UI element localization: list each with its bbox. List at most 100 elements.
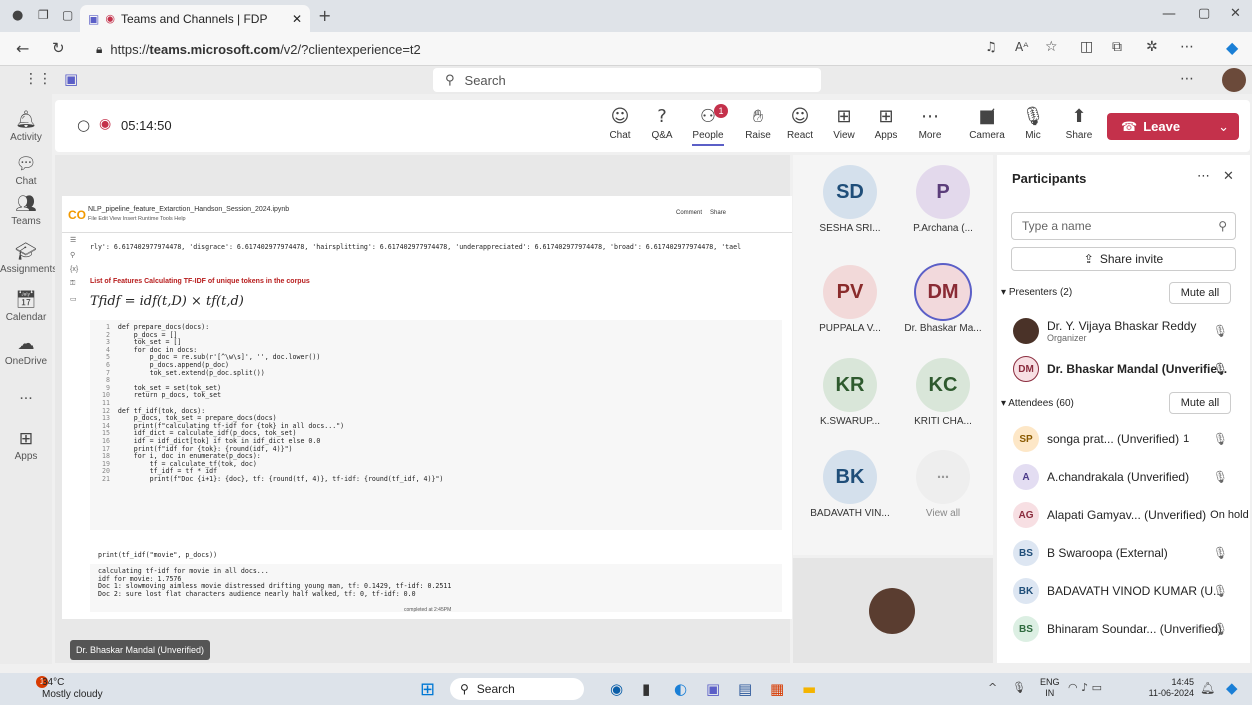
view-icon: ⊞ <box>836 106 852 127</box>
copilot-taskbar-icon[interactable]: ◆ <box>1226 679 1238 697</box>
chevron-down-icon[interactable]: ⌄ <box>1218 119 1229 135</box>
mic-off-icon: 🎙︎ <box>1212 324 1228 338</box>
tab-actions-icon[interactable]: ▢ <box>62 8 73 22</box>
rail-more[interactable]: ... <box>0 386 52 404</box>
teams-more-icon[interactable]: ⋯ <box>1180 71 1194 87</box>
workspaces-icon[interactable]: ❐ <box>38 8 49 22</box>
copilot-icon[interactable]: ◆ <box>1226 38 1238 57</box>
presenter-row[interactable]: DM Dr. Bhaskar Mandal (Unverifie... 🎙︎ <box>997 351 1250 387</box>
rail-onedrive[interactable]: ☁ OneDrive <box>0 334 52 367</box>
code-line: 7 tok_set.extend(p_doc.split()) <box>98 369 443 378</box>
app-launcher-icon[interactable]: ⋮⋮ <box>24 71 52 87</box>
mic-icon: 🎙︎ <box>1212 470 1228 484</box>
attendee-row[interactable]: BS B Swaroopa (External) 🎙︎ <box>997 535 1250 571</box>
attendee-row[interactable]: BK BADAVATH VINOD KUMAR (U... 🎙︎ <box>997 573 1250 609</box>
split-screen-icon[interactable]: ◫ <box>1080 39 1093 55</box>
edge-icon[interactable]: ◐ <box>674 680 687 698</box>
attendees-heading[interactable]: ▾ Attendees (60) <box>1001 398 1074 409</box>
back-icon[interactable]: ← <box>16 39 29 58</box>
gallery-tile[interactable]: KC KRITI CHA... <box>893 358 993 427</box>
folder-icon[interactable]: ▬ <box>802 680 816 698</box>
toolbar-chat-button[interactable]: ☺ Chat <box>600 106 640 141</box>
share-invite-button[interactable]: ⇪ Share invite <box>1011 247 1236 271</box>
minimize-icon[interactable]: — <box>1162 6 1176 22</box>
toolbar-qa-button[interactable]: ? Q&A <box>642 106 682 141</box>
taskbar-search[interactable]: ⚲ Search <box>450 678 584 700</box>
toolbar-more-button[interactable]: ⋯ More <box>910 106 950 141</box>
store-icon[interactable]: ▦ <box>770 680 784 698</box>
task-view-icon[interactable]: ◉ <box>610 680 623 698</box>
user-avatar[interactable] <box>1222 68 1246 92</box>
rail-calendar[interactable]: 📅︎ Calendar <box>0 290 52 323</box>
toolbar-apps-button[interactable]: ⊞ Apps <box>866 106 906 141</box>
file-explorer-icon[interactable]: ▮ <box>642 680 650 698</box>
toolbar-share-button[interactable]: ⬆ Share <box>1059 106 1099 141</box>
attendee-row[interactable]: SP songa prat... (Unverified) 1 🎙︎ <box>997 421 1250 457</box>
read-aloud-icon[interactable]: ♫ <box>985 40 997 55</box>
collections-icon[interactable]: ⧉ <box>1112 39 1122 55</box>
attendee-row[interactable]: AG Alapati Gamyav... (Unverified) On hold <box>997 497 1250 533</box>
mute-all-presenters-button[interactable]: Mute all <box>1169 282 1231 304</box>
browser-tab[interactable]: ▣ ◉ Teams and Channels | FDP ✕ <box>80 5 310 32</box>
new-tab-icon[interactable]: + <box>318 6 331 25</box>
teams-search-input[interactable]: ⚲ Search <box>433 68 821 92</box>
wifi-sound-battery-icon[interactable]: ◠ ♪ ▭ <box>1068 681 1102 694</box>
close-tab-icon[interactable]: ✕ <box>292 12 302 26</box>
address-bar-row: ← ↻ 🔒︎ https://teams.microsoft.com/v2/?c… <box>0 32 1252 66</box>
rail-activity[interactable]: 🔔︎ Activity <box>0 110 52 143</box>
panel-more-icon[interactable]: ⋯ <box>1197 169 1210 184</box>
clock[interactable]: 14:45 11-06-2024 <box>1138 677 1194 699</box>
panel-close-icon[interactable]: ✕ <box>1223 169 1234 184</box>
toolbar-raise-button[interactable]: ✋︎ Raise <box>738 106 778 141</box>
favorite-icon[interactable]: ☆ <box>1045 39 1058 55</box>
url-field[interactable]: 🔒︎ https://teams.microsoft.com/v2/?clien… <box>96 36 976 62</box>
tray-mic-icon[interactable]: 🎙︎ <box>1012 681 1026 694</box>
gallery-tile[interactable]: PV PUPPALA V... <box>800 265 900 334</box>
notepad-icon[interactable]: ▤ <box>738 680 752 698</box>
attendee-name: B Swaroopa (External) <box>1047 546 1168 560</box>
refresh-icon[interactable]: ↻ <box>52 39 65 57</box>
restore-icon[interactable]: ▢ <box>1198 6 1210 21</box>
attendee-row[interactable]: A A.chandrakala (Unverified) 🎙︎ <box>997 459 1250 495</box>
presenters-heading[interactable]: ▾ Presenters (2) <box>1001 287 1072 298</box>
gallery-tile[interactable]: P P.Archana (... <box>893 165 993 234</box>
view-all-tile[interactable]: ⋯ View all <box>893 450 993 519</box>
window-close-icon[interactable]: ✕ <box>1230 6 1241 21</box>
weather-widget[interactable]: 34°C Mostly cloudy <box>42 677 103 701</box>
name-search-input[interactable]: Type a name ⚲ <box>1011 212 1236 240</box>
text-size-icon[interactable]: Aᴬ <box>1015 40 1028 54</box>
gallery-tile[interactable]: KR K.SWARUP... <box>800 358 900 427</box>
rail-apps[interactable]: ⊞ Apps <box>0 429 52 462</box>
tray-chevron-icon[interactable]: ^ <box>988 681 997 694</box>
notebook-menu: File Edit View Insert Runtime Tools Help <box>88 216 186 222</box>
toolbar-people-button[interactable]: ⚇ People 1 <box>688 104 728 146</box>
toolbar-view-button[interactable]: ⊞ View <box>824 106 864 141</box>
presenter-row[interactable]: Dr. Y. Vijaya Bhaskar Reddy Organizer 🎙︎ <box>997 313 1250 349</box>
mute-all-attendees-button[interactable]: Mute all <box>1169 392 1231 414</box>
attendee-name: BADAVATH VINOD KUMAR (U... <box>1047 584 1224 598</box>
toolbar-react-button[interactable]: ☺ React <box>780 106 820 141</box>
profile-icon[interactable]: ● <box>12 8 23 23</box>
gallery-tile[interactable]: DM Dr. Bhaskar Ma... <box>893 265 993 334</box>
toolbar-mic-button[interactable]: 🎙︎ Mic <box>1013 106 1053 141</box>
gallery-tile[interactable]: BK BADAVATH VIN... <box>800 450 900 519</box>
rail-chat[interactable]: 💬︎ Chat <box>0 154 52 187</box>
calendar-icon: 📅︎ <box>15 290 37 310</box>
toolbar-camera-button[interactable]: ■̸ Camera <box>967 106 1007 141</box>
notification-bell-icon[interactable]: 🔔︎ <box>1200 681 1215 695</box>
gallery-tile[interactable]: SD SESHA SRI... <box>800 165 900 234</box>
rail-assignments[interactable]: 🎓︎ Assignments <box>0 242 57 275</box>
browser-menu-icon[interactable]: ⋯ <box>1180 39 1194 55</box>
extensions-icon[interactable]: ✲ <box>1146 39 1158 55</box>
start-icon[interactable]: ⊞ <box>420 679 435 700</box>
leave-button[interactable]: ☎ Leave ⌄ <box>1107 113 1239 140</box>
chat-icon: ☺ <box>610 106 630 127</box>
search-icon: ⚲ <box>460 682 469 696</box>
language-indicator[interactable]: ENG IN <box>1040 677 1060 699</box>
rail-teams[interactable]: 👥︎ Teams <box>0 194 52 227</box>
teams-taskbar-icon[interactable]: ▣ <box>706 680 720 698</box>
recording-indicator-icon: ◉ <box>99 116 112 132</box>
teams-favicon-icon: ▣ <box>88 11 100 26</box>
attendee-row[interactable]: BS Bhinaram Soundar... (Unverified) 🎙︎ <box>997 611 1250 647</box>
cloud-icon: ☁ <box>17 334 35 354</box>
